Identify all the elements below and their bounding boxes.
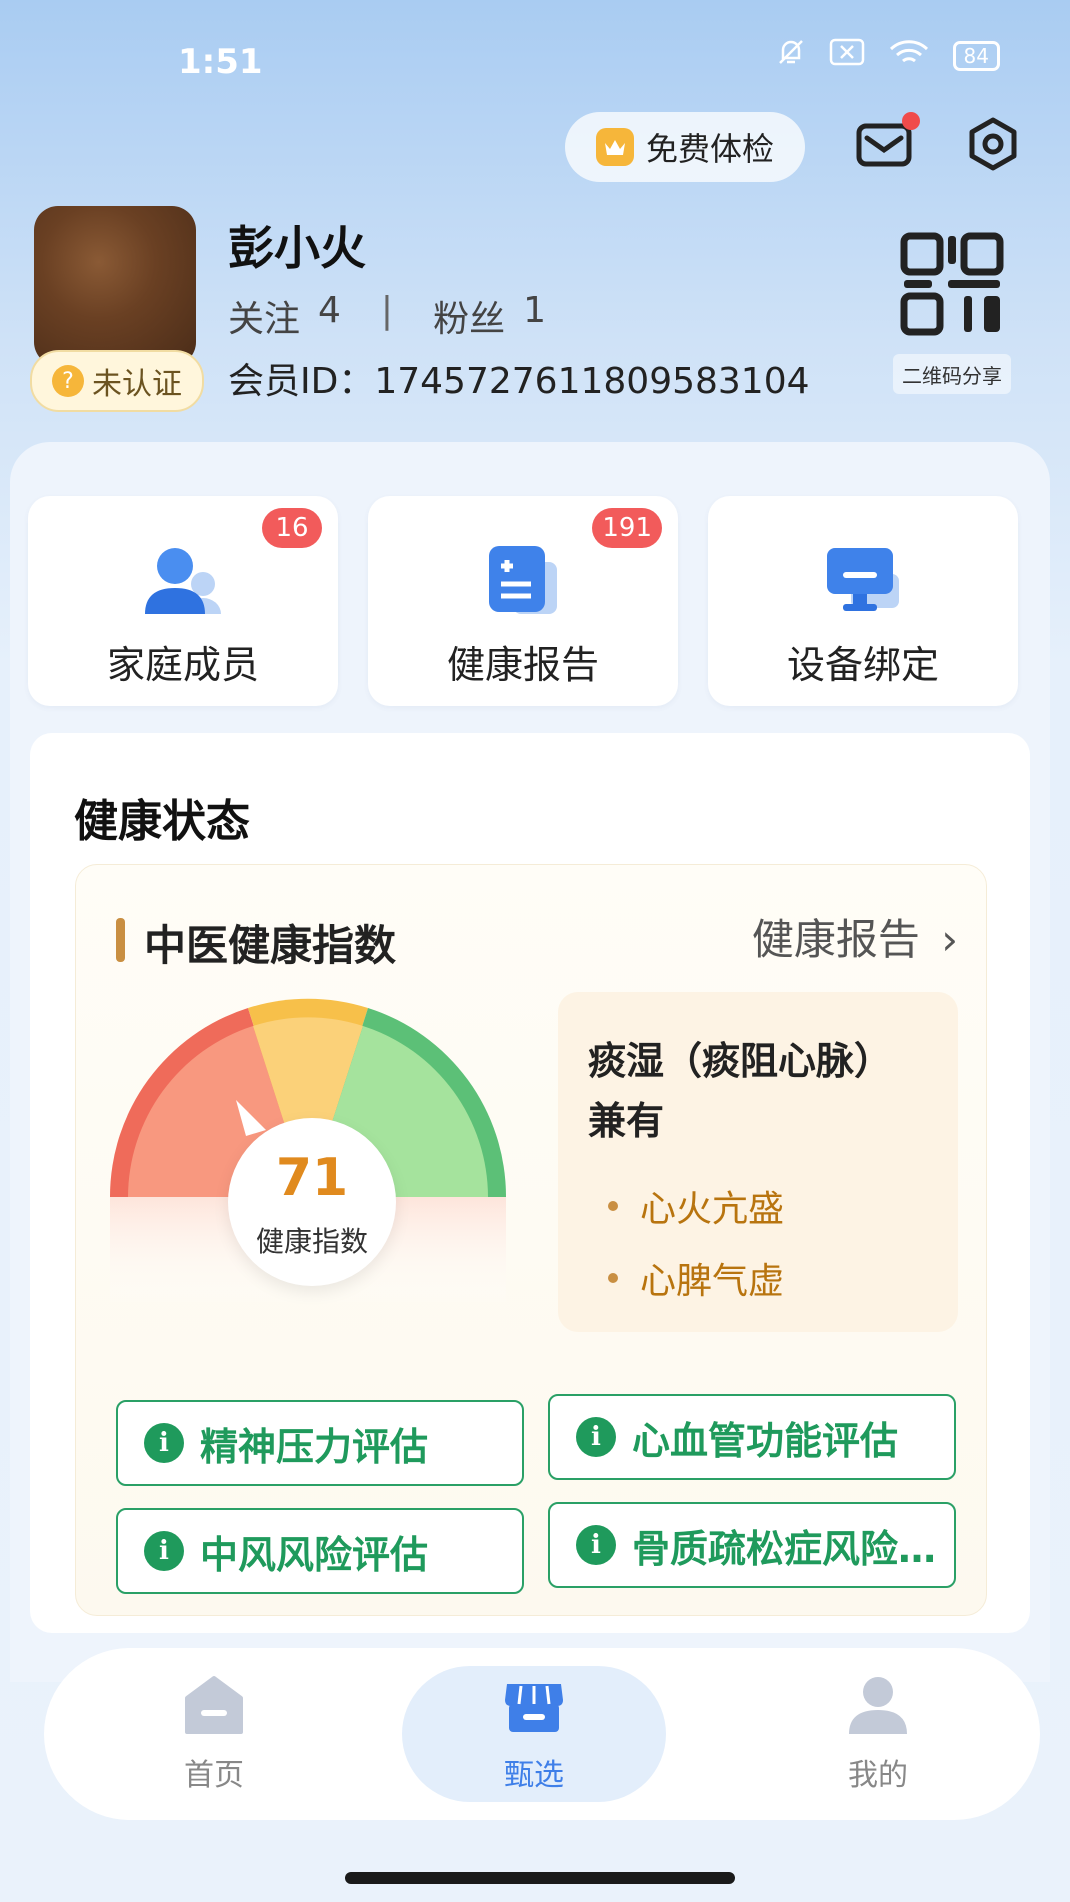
assessment-button-cardio[interactable]: i 心血管功能评估: [548, 1394, 956, 1480]
follow-stats: 关注 4 | 粉丝 1: [228, 290, 546, 342]
assessment-label: 心血管功能评估: [632, 1418, 899, 1463]
health-score-label: 健康指数: [255, 1225, 368, 1258]
home-indicator: [345, 1872, 735, 1884]
constitution-primary: 痰湿（痰阻心脉）: [588, 1039, 893, 1083]
count-badge: 16: [262, 508, 322, 548]
assessment-button-stress[interactable]: i 精神压力评估: [116, 1400, 524, 1486]
constitution-tag: 心火亢盛: [608, 1180, 784, 1232]
family-members-card[interactable]: 家庭成员 16: [28, 496, 338, 706]
device-binding-card[interactable]: 设备绑定: [708, 496, 1018, 706]
chevron-right-icon: ›: [941, 915, 958, 964]
tag-label: 心火亢盛: [640, 1189, 785, 1230]
family-icon: [143, 544, 223, 618]
crown-icon: [595, 128, 634, 166]
report-link-label: 健康报告: [751, 915, 920, 964]
qr-code-icon[interactable]: [900, 232, 1004, 336]
question-icon: ?: [52, 365, 84, 397]
device-icon: [823, 544, 903, 618]
wifi-icon: [887, 37, 931, 75]
report-icon: [483, 544, 563, 618]
info-icon: i: [576, 1417, 616, 1457]
tab-home[interactable]: 首页: [82, 1666, 346, 1802]
assessment-label: 骨质疏松症风险…: [632, 1526, 937, 1571]
store-icon: [501, 1674, 567, 1740]
fans-label[interactable]: 粉丝: [433, 290, 505, 342]
shortcut-label: 家庭成员: [106, 643, 259, 687]
info-icon: i: [144, 1423, 184, 1463]
fans-count[interactable]: 1: [523, 290, 546, 342]
shortcut-label: 设备绑定: [786, 643, 939, 687]
status-time: 1:51: [178, 42, 263, 82]
constitution-secondary: 兼有: [588, 1099, 665, 1143]
health-score: 71: [275, 1148, 349, 1208]
member-id: 会员ID：1745727611809583104: [228, 361, 810, 402]
tcm-index-title: 中医健康指数: [144, 921, 397, 970]
info-icon: i: [144, 1531, 184, 1571]
verification-label: 未认证: [92, 367, 182, 402]
tab-label: 我的: [848, 1758, 908, 1793]
constitution-tag: 心脾气虚: [608, 1252, 784, 1304]
free-exam-button[interactable]: 免费体检: [565, 112, 805, 182]
verification-badge[interactable]: ? 未认证: [30, 350, 204, 412]
unread-dot: [902, 112, 920, 130]
battery-indicator: 84: [952, 41, 1000, 71]
title-accent-bar: [116, 918, 125, 962]
follow-count[interactable]: 4: [318, 290, 341, 342]
health-report-link[interactable]: 健康报告 ›: [752, 906, 958, 967]
bullet-dot: [608, 1273, 618, 1283]
avatar[interactable]: [34, 206, 196, 366]
section-title: 健康状态: [74, 796, 250, 847]
free-exam-label: 免费体检: [645, 130, 774, 168]
tab-label: 首页: [184, 1758, 244, 1793]
tab-mine[interactable]: 我的: [746, 1666, 1010, 1802]
assessment-button-stroke[interactable]: i 中风风险评估: [116, 1508, 524, 1594]
tab-selection[interactable]: 甄选: [402, 1666, 666, 1802]
assessment-label: 精神压力评估: [200, 1424, 429, 1469]
home-icon: [181, 1674, 247, 1740]
sim-off-icon: [829, 37, 865, 75]
user-name: 彭小火: [228, 221, 366, 275]
assessment-button-osteoporosis[interactable]: i 骨质疏松症风险…: [548, 1502, 956, 1588]
count-badge: 191: [592, 508, 662, 548]
tab-label: 甄选: [504, 1758, 564, 1793]
health-report-card[interactable]: 健康报告 191: [368, 496, 678, 706]
user-icon: [845, 1674, 911, 1740]
status-icons: 84: [775, 36, 1000, 76]
info-icon: i: [576, 1525, 616, 1565]
qr-share-label[interactable]: 二维码分享: [893, 354, 1011, 394]
bell-off-icon: [775, 36, 807, 76]
shortcut-label: 健康报告: [446, 643, 599, 687]
stats-divider: |: [380, 290, 394, 331]
assessment-label: 中风风险评估: [200, 1532, 429, 1577]
follow-label[interactable]: 关注: [228, 290, 300, 342]
bullet-dot: [608, 1201, 618, 1211]
settings-icon[interactable]: [965, 116, 1021, 176]
tag-label: 心脾气虚: [640, 1261, 785, 1302]
